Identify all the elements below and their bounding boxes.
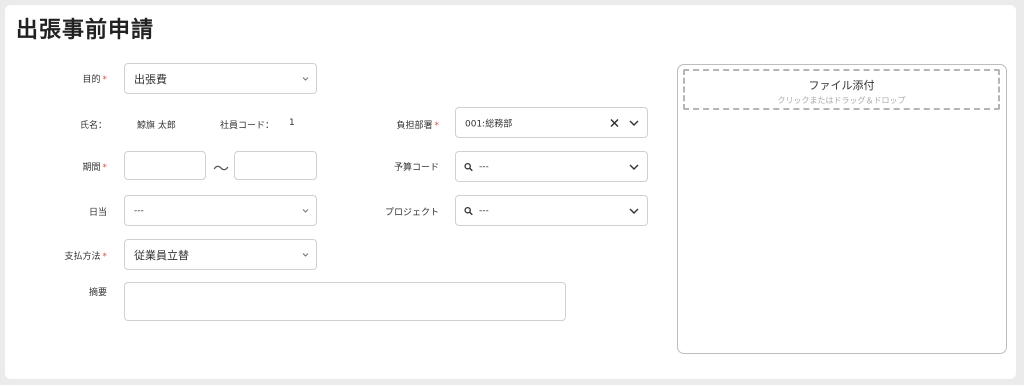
purpose-select[interactable]: 出張費 [124,63,317,94]
chevron-down-icon [629,120,639,126]
budget-code-select[interactable]: --- [455,151,648,182]
required-mark: * [102,163,108,173]
purpose-label-text: 目的 [82,75,101,85]
employee-code-label: 社員コード： [220,121,275,131]
period-label: 期間 * [82,160,107,173]
department-select[interactable]: 001:総務部 [455,107,648,138]
payment-method-label: 支払方法 * [64,249,107,262]
summary-label: 摘要 [88,288,107,298]
purpose-label: 目的 * [82,72,107,85]
close-icon[interactable] [610,118,619,127]
chevron-down-icon [629,164,639,170]
file-dropzone[interactable]: ファイル添付 クリックまたはドラッグ＆ドロップ [683,69,1000,110]
period-end-input[interactable] [234,151,317,180]
search-icon [464,206,473,215]
period-separator: 〜 [213,159,230,178]
department-select-value: 001:総務部 [465,119,513,129]
daily-allowance-select[interactable]: --- [124,195,317,226]
project-value: --- [479,205,489,216]
chevron-down-icon [302,208,309,213]
payment-method-label-text: 支払方法 [64,252,101,262]
chevron-down-icon [302,252,309,257]
department-label-text: 負担部署 [396,121,433,131]
daily-allowance-value: --- [134,205,144,216]
period-start-input[interactable] [124,151,206,180]
name-value: 鯨旗 太郎 [137,121,176,131]
purpose-select-value: 出張費 [134,72,167,86]
project-label: プロジェクト [384,208,439,218]
chevron-down-icon [302,76,309,81]
name-label: 氏名： [79,121,107,131]
required-mark: * [434,121,440,131]
project-select[interactable]: --- [455,195,648,226]
chevron-down-icon [629,208,639,214]
department-label: 負担部署 * [396,118,439,131]
daily-allowance-label: 日当 [88,208,107,218]
dropzone-title: ファイル添付 [808,79,875,92]
required-mark: * [102,75,108,85]
summary-textarea[interactable] [124,282,566,321]
page-title: 出張事前申請 [16,18,155,43]
budget-code-value: --- [479,161,489,172]
payment-method-select[interactable]: 従業員立替 [124,239,317,270]
dropzone-hint: クリックまたはドラッグ＆ドロップ [777,96,906,105]
payment-method-value: 従業員立替 [134,248,189,262]
budget-code-label: 予算コード [393,163,439,173]
search-icon [464,162,473,171]
required-mark: * [102,252,108,262]
employee-code-value: 1 [289,118,295,128]
period-label-text: 期間 [82,163,101,173]
